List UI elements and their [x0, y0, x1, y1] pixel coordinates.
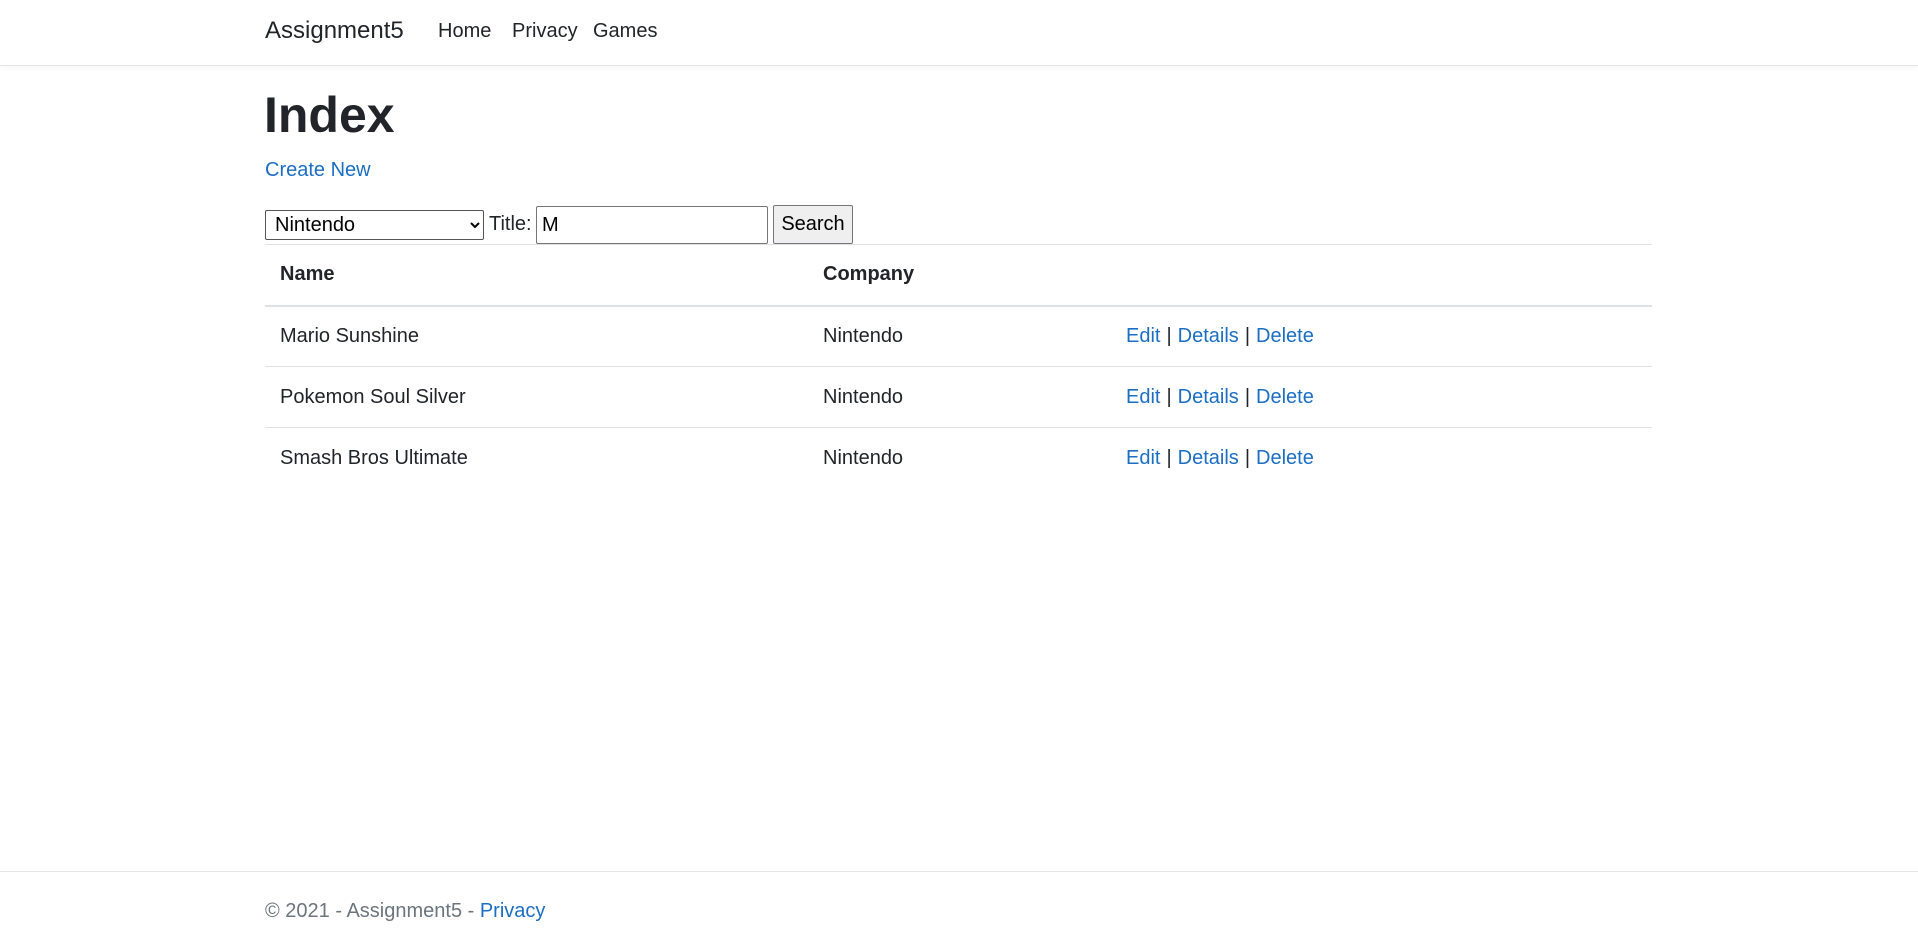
delete-link[interactable]: Delete	[1256, 325, 1314, 347]
cell-name: Mario Sunshine	[265, 305, 808, 367]
company-select[interactable]: Nintendo	[265, 210, 484, 240]
cell-company: Nintendo	[808, 305, 1111, 367]
table-header-row: Name Company	[265, 244, 1652, 307]
page-footer: © 2021 - Assignment5 - Privacy	[0, 871, 1918, 946]
brand-link[interactable]: Assignment5	[265, 17, 404, 45]
cell-company: Nintendo	[808, 366, 1111, 428]
title-search-input[interactable]	[536, 206, 768, 244]
search-button[interactable]: Search	[773, 205, 853, 244]
cell-name: Smash Bros Ultimate	[265, 427, 808, 489]
cell-actions: Edit | Details | Delete	[1111, 427, 1652, 489]
details-link[interactable]: Details	[1178, 325, 1239, 347]
delete-link[interactable]: Delete	[1256, 447, 1314, 469]
action-separator: |	[1166, 385, 1172, 408]
action-separator: |	[1244, 446, 1251, 469]
column-header-company: Company	[808, 244, 1111, 307]
games-table: Name Company Mario Sunshine Nintendo Edi…	[265, 244, 1652, 489]
cell-actions: Edit | Details | Delete	[1111, 366, 1652, 428]
action-separator: |	[1166, 324, 1172, 347]
title-label: Title:	[489, 213, 532, 235]
nav-link-home[interactable]: Home	[438, 20, 491, 43]
details-link[interactable]: Details	[1178, 447, 1239, 469]
nav-link-privacy[interactable]: Privacy	[512, 20, 578, 43]
edit-link[interactable]: Edit	[1126, 325, 1160, 347]
table-row: Mario Sunshine Nintendo Edit | Details | Del…	[265, 305, 1652, 367]
delete-link[interactable]: Delete	[1256, 386, 1314, 408]
table-row: Smash Bros Ultimate Nintendo Edit | Detail…	[265, 427, 1652, 489]
nav-link-games[interactable]: Games	[593, 20, 657, 43]
edit-link[interactable]: Edit	[1126, 447, 1160, 469]
footer-copyright: © 2021 - Assignment5 -	[265, 900, 480, 922]
table-row: Pokemon Soul Silver Nintendo Edit | Detail…	[265, 366, 1652, 428]
details-link[interactable]: Details	[1178, 386, 1239, 408]
page-title: Index	[264, 87, 395, 143]
cell-actions: Edit | Details | Delete	[1111, 305, 1652, 367]
edit-link[interactable]: Edit	[1126, 386, 1160, 408]
cell-company: Nintendo	[808, 427, 1111, 489]
action-separator: |	[1244, 385, 1251, 408]
action-separator: |	[1166, 446, 1172, 469]
cell-name: Pokemon Soul Silver	[265, 366, 808, 428]
column-header-name: Name	[265, 244, 808, 307]
footer-text-container: © 2021 - Assignment5 - Privacy	[265, 900, 545, 923]
column-header-actions	[1111, 244, 1652, 307]
action-separator: |	[1244, 324, 1251, 347]
top-navbar: Assignment5 Home Privacy Games	[0, 0, 1918, 66]
create-new-link[interactable]: Create New	[265, 159, 371, 182]
footer-privacy-link[interactable]: Privacy	[480, 900, 546, 922]
